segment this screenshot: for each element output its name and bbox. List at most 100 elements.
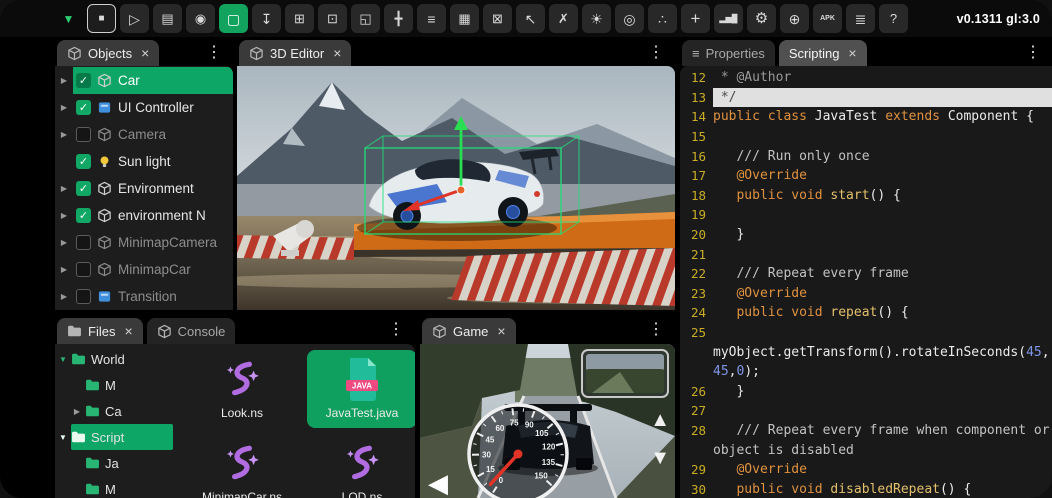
- region-select-button[interactable]: ▢: [219, 4, 248, 33]
- svg-text:120: 120: [542, 443, 556, 452]
- tab-console[interactable]: Console: [147, 318, 236, 344]
- files-tree-item-m[interactable]: M: [55, 476, 173, 498]
- visibility-checkbox[interactable]: ✓: [76, 73, 91, 88]
- build-apk-button[interactable]: APK: [813, 4, 842, 33]
- frame-button[interactable]: ⊡: [318, 4, 347, 33]
- lighting-button[interactable]: ☀: [582, 4, 611, 33]
- close-icon[interactable]: ×: [497, 323, 505, 339]
- save-button[interactable]: ▤: [153, 4, 182, 33]
- export-button[interactable]: ⊠: [483, 4, 512, 33]
- hierarchy-item-ui-controller[interactable]: ▶✓UI Controller: [55, 94, 233, 121]
- viewport-3d[interactable]: [237, 66, 675, 310]
- hierarchy-item-minimapcamera[interactable]: ▶MinimapCamera: [55, 229, 233, 256]
- visibility-checkbox[interactable]: ✓: [76, 208, 91, 223]
- copy-icon: ▦: [458, 12, 470, 25]
- files-tree-item-m[interactable]: M: [55, 372, 173, 398]
- panel-menu-button[interactable]: ⋮: [195, 42, 233, 62]
- close-icon[interactable]: ×: [124, 323, 132, 339]
- assets-database-button[interactable]: ≣: [846, 4, 875, 33]
- stop-icon: ■: [98, 14, 104, 24]
- duplicate-button[interactable]: ⊞: [285, 4, 314, 33]
- game-view[interactable]: 0153045607590105120135150 ◀ ▲ ▼: [420, 344, 675, 498]
- panel-menu-button[interactable]: ⋮: [637, 42, 675, 62]
- run-menu-button[interactable]: ▼: [54, 4, 83, 33]
- tab-files[interactable]: Files×: [57, 318, 143, 344]
- visibility-checkbox[interactable]: ✓: [76, 181, 91, 196]
- expand-arrow-icon[interactable]: ▶: [69, 407, 85, 416]
- orbit-view-button[interactable]: ◎: [615, 4, 644, 33]
- accelerate-button[interactable]: ▲: [650, 410, 670, 430]
- expand-arrow-icon[interactable]: ▶: [55, 76, 73, 85]
- steer-left-button[interactable]: ◀: [428, 470, 448, 496]
- visibility-checkbox[interactable]: [76, 235, 91, 250]
- hierarchy-item-environment[interactable]: ▶✓ Environment: [55, 175, 233, 202]
- hierarchy-item-minimapcar[interactable]: ▶MinimapCar: [55, 256, 233, 283]
- hierarchy-item-transition[interactable]: ▶Transition: [55, 283, 233, 310]
- close-icon[interactable]: ×: [333, 45, 341, 61]
- tab-objects[interactable]: Objects×: [57, 40, 159, 66]
- close-icon[interactable]: ×: [141, 45, 149, 61]
- close-icon[interactable]: ×: [848, 45, 856, 61]
- expand-arrow-icon[interactable]: ▼: [55, 433, 71, 442]
- hierarchy-item-camera[interactable]: ▶Camera: [55, 121, 233, 148]
- code-line-15: 15: [680, 127, 1052, 147]
- editor3d-content: [237, 66, 675, 310]
- visibility-checkbox[interactable]: ✓: [76, 154, 91, 169]
- expand-arrow-icon[interactable]: ▶: [55, 130, 73, 139]
- help-button[interactable]: ?: [879, 4, 908, 33]
- brake-button[interactable]: ▼: [650, 448, 670, 468]
- copy-button[interactable]: ▦: [450, 4, 479, 33]
- target-icon: ⊕: [789, 12, 801, 26]
- move-tool-button[interactable]: ╋: [384, 4, 413, 33]
- expand-arrow-icon[interactable]: ▶: [55, 265, 73, 274]
- delete-button[interactable]: ✗: [549, 4, 578, 33]
- tab-scripting[interactable]: Scripting×: [779, 40, 867, 66]
- screenshot-button[interactable]: ◉: [186, 4, 215, 33]
- tab-properties[interactable]: ≡Properties: [682, 40, 775, 66]
- visibility-checkbox[interactable]: [76, 289, 91, 304]
- expand-arrow-icon[interactable]: ▶: [55, 211, 73, 220]
- object-name: Environment: [118, 181, 194, 196]
- panel-menu-button[interactable]: ⋮: [377, 319, 415, 339]
- hierarchy-item-sun-light[interactable]: ✓Sun light: [55, 148, 233, 175]
- hierarchy-item-environment-n[interactable]: ▶✓environment N: [55, 202, 233, 229]
- expand-arrow-icon[interactable]: ▶: [55, 184, 73, 193]
- files-tree-item-ja[interactable]: Ja: [55, 450, 173, 476]
- line-number: 20: [680, 227, 713, 242]
- code-text: /// Repeat every frame: [713, 264, 1052, 284]
- viewport-scene: [237, 66, 675, 310]
- add-object-button[interactable]: +: [681, 4, 710, 33]
- files-tree-item-ca[interactable]: ▶Ca: [55, 398, 173, 424]
- scale-tool-button[interactable]: ◱: [351, 4, 380, 33]
- tab-3d-editor[interactable]: 3D Editor×: [239, 40, 351, 66]
- tab-game[interactable]: Game×: [422, 318, 516, 344]
- file-javatest-java[interactable]: JAVAJavaTest.java: [307, 350, 415, 428]
- sliders-icon: ≡: [692, 47, 700, 60]
- file-minimapcar-ns[interactable]: MinimapCar.ns: [187, 434, 297, 498]
- file-lod-ns[interactable]: LOD.ns: [307, 434, 415, 498]
- visibility-checkbox[interactable]: ✓: [76, 100, 91, 115]
- layers-button[interactable]: ≡: [417, 4, 446, 33]
- panel-menu-button[interactable]: ⋮: [1014, 42, 1052, 62]
- panel-menu-button[interactable]: ⋮: [637, 319, 675, 339]
- expand-arrow-icon[interactable]: ▼: [55, 355, 71, 364]
- files-tree-item-script[interactable]: ▼Script: [55, 424, 173, 450]
- settings-button[interactable]: ⚙: [747, 4, 776, 33]
- file-look-ns[interactable]: Look.ns: [187, 350, 297, 428]
- play-button[interactable]: ▷: [120, 4, 149, 33]
- statistics-button[interactable]: ▂▅█: [714, 4, 743, 33]
- expand-arrow-icon[interactable]: ▶: [55, 238, 73, 247]
- import-package-button[interactable]: ↧: [252, 4, 281, 33]
- expand-arrow-icon[interactable]: ▶: [55, 103, 73, 112]
- code-editor[interactable]: 12 * @Author13 */14public class JavaTest…: [680, 66, 1052, 498]
- visibility-checkbox[interactable]: [76, 262, 91, 277]
- expand-arrow-icon[interactable]: ▶: [55, 292, 73, 301]
- pointer-tool-button[interactable]: ↖: [516, 4, 545, 33]
- visibility-checkbox[interactable]: [76, 127, 91, 142]
- stop-button[interactable]: ■: [87, 4, 116, 33]
- files-tree-item-world[interactable]: ▼World: [55, 346, 173, 372]
- node-graph-button[interactable]: ∴: [648, 4, 677, 33]
- hierarchy-item-car[interactable]: ▶✓Car: [55, 67, 233, 94]
- objects-panel: Objects× ⋮ ▶✓Car▶✓UI Controller▶Camera✓Su…: [55, 38, 233, 310]
- target-button[interactable]: ⊕: [780, 4, 809, 33]
